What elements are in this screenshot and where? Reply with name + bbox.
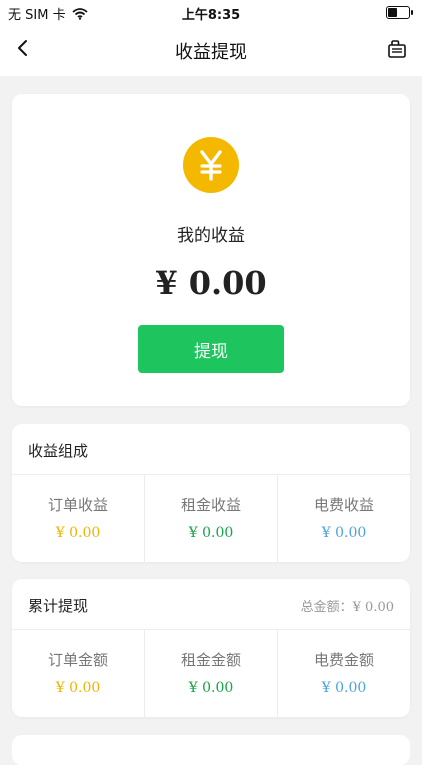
stat-order-amount: 订单金额 ¥ 0.00 <box>12 630 145 717</box>
status-bar: 无 SIM 卡 上午8:35 <box>0 0 422 24</box>
battery-icon <box>386 6 413 19</box>
stats-row: 订单收益 ¥ 0.00 租金收益 ¥ 0.00 电费收益 ¥ 0.00 <box>12 475 410 562</box>
stat-rent-earnings: 租金收益 ¥ 0.00 <box>145 475 278 562</box>
earnings-amount: ¥ 0.00 <box>155 264 267 302</box>
stat-label: 订单收益 <box>47 496 108 514</box>
page-title: 收益提现 <box>175 42 247 63</box>
next-card-peek <box>12 735 410 765</box>
stat-electricity-earnings: 电费收益 ¥ 0.00 <box>278 475 410 562</box>
stat-label: 租金金额 <box>180 651 241 669</box>
record-icon[interactable] <box>386 38 408 60</box>
stat-label: 订单金额 <box>47 651 108 669</box>
section-title: 累计提现 <box>28 597 89 615</box>
earnings-label: 我的收益 <box>177 226 245 246</box>
section-title: 收益组成 <box>28 442 89 460</box>
stat-rent-amount: 租金金额 ¥ 0.00 <box>145 630 278 717</box>
total-value: ¥ 0.00 <box>352 600 394 615</box>
nav-bar: 收益提现 <box>0 24 422 76</box>
stats-row: 订单金额 ¥ 0.00 租金金额 ¥ 0.00 电费金额 ¥ 0.00 <box>12 630 410 717</box>
withdraw-button[interactable]: 提现 <box>138 325 284 373</box>
status-time: 上午8:35 <box>181 8 241 23</box>
stat-electricity-amount: 电费金额 ¥ 0.00 <box>278 630 410 717</box>
section-header: 累计提现 总金额：¥ 0.00 <box>12 579 410 630</box>
stat-label: 电费金额 <box>313 651 374 669</box>
yen-icon <box>183 137 239 193</box>
section-header: 收益组成 <box>12 424 410 475</box>
stat-value: ¥ 0.00 <box>188 680 234 696</box>
stat-value: ¥ 0.00 <box>321 525 367 541</box>
stat-label: 租金收益 <box>180 496 241 514</box>
earnings-composition-card: 收益组成 订单收益 ¥ 0.00 租金收益 ¥ 0.00 电费收益 ¥ 0.00 <box>12 424 410 562</box>
stat-order-earnings: 订单收益 ¥ 0.00 <box>12 475 145 562</box>
total-amount: 总金额：¥ 0.00 <box>301 596 394 615</box>
earnings-card: 我的收益 ¥ 0.00 提现 <box>12 94 410 406</box>
total-label: 总金额： <box>300 600 353 615</box>
stat-value: ¥ 0.00 <box>321 680 367 696</box>
stat-value: ¥ 0.00 <box>55 680 101 696</box>
stat-label: 电费收益 <box>313 496 374 514</box>
stat-value: ¥ 0.00 <box>55 525 101 541</box>
stat-value: ¥ 0.00 <box>188 525 234 541</box>
cumulative-withdrawal-card: 累计提现 总金额：¥ 0.00 订单金额 ¥ 0.00 租金金额 ¥ 0.00 … <box>12 579 410 717</box>
